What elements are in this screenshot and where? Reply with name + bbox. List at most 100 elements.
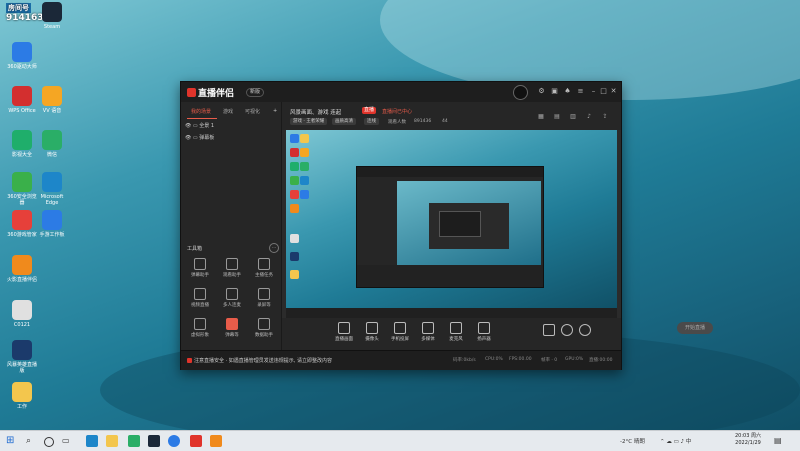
control-button[interactable]: 麦克风 — [442, 322, 470, 342]
desktop-icon[interactable]: 360游戏管家 — [5, 210, 39, 238]
version-badge[interactable]: 新版 — [246, 88, 265, 97]
tab-visual[interactable]: 可视化 — [245, 108, 260, 115]
desktop-icon[interactable]: 手游工作板 — [35, 210, 69, 238]
tool-icon — [258, 258, 270, 270]
close-icon[interactable]: ✕ — [609, 87, 618, 96]
record-icon[interactable] — [542, 324, 556, 338]
tool-item[interactable]: 视频直播 — [185, 288, 215, 308]
cortana-icon[interactable] — [44, 437, 54, 447]
tool-item[interactable]: 多人连麦 — [217, 288, 247, 308]
shirt-icon[interactable]: ♠ — [563, 87, 572, 96]
desktop-icon[interactable]: 微信 — [35, 130, 69, 158]
folder-icon[interactable]: ▣ — [550, 87, 559, 96]
desktop-icon-label: Steam — [43, 24, 61, 30]
room-title[interactable]: 风景画面、游戏 连起 — [290, 108, 341, 116]
preview-desktop-icon — [290, 148, 299, 157]
connect-pill[interactable]: 连线 — [364, 118, 379, 125]
tool-item[interactable]: 主播任务 — [249, 258, 279, 278]
share-icon[interactable]: ⇪ — [601, 113, 609, 121]
tool-item[interactable]: 弹幕等 — [217, 318, 247, 338]
desktop-icon[interactable]: 工作 — [5, 382, 39, 410]
game-icon[interactable] — [210, 435, 222, 447]
browser-icon[interactable] — [168, 435, 180, 447]
start-live-button[interactable]: 开始直播 — [677, 322, 713, 334]
desktop-icon-label: 影视大全 — [11, 152, 32, 158]
preview-desktop-icon — [290, 134, 299, 143]
desktop-icon[interactable]: 360驱动大师 — [5, 42, 39, 70]
avatar-icon[interactable] — [513, 85, 528, 100]
tray-icons[interactable]: ⌃ ☁ ▭ ♪ 中 — [660, 437, 691, 445]
desktop-icon[interactable]: 火影直播伴侣 — [5, 255, 39, 283]
more-tools-icon[interactable]: ··· — [269, 243, 279, 253]
desktop-icon[interactable]: C0121 — [5, 300, 39, 328]
desktop-icon[interactable]: VV 语音 — [35, 86, 69, 114]
preview-taskbar — [286, 308, 617, 318]
tool-item[interactable]: 数据助手 — [249, 318, 279, 338]
maximize-icon[interactable]: □ — [599, 87, 608, 96]
gpu-stat: GPU:0% — [565, 357, 584, 362]
control-button[interactable]: 多媒体 — [414, 322, 442, 342]
minimize-icon[interactable]: – — [589, 87, 598, 96]
app-shortcut-icon — [42, 2, 62, 22]
desktop-icon[interactable]: Steam — [35, 2, 69, 30]
scene-row[interactable]: 👁 ▭ 弹幕板 — [185, 134, 214, 141]
quality-pill[interactable]: 画质高清 — [332, 118, 356, 125]
preview-desktop-icon — [290, 252, 299, 261]
steam-icon[interactable] — [148, 435, 160, 447]
control-bar: 直播画面 摄像头 手机投屏 多媒体 麦克风 扬声器 开始直播 — [282, 318, 713, 350]
bell-icon[interactable]: ♪ — [585, 113, 593, 121]
control-button[interactable]: 直播画面 — [330, 322, 358, 342]
app-shortcut-icon — [12, 130, 32, 150]
tool-icon — [226, 258, 238, 270]
desktop-icon-label: 360驱动大师 — [7, 64, 37, 70]
live-preview[interactable] — [286, 130, 617, 318]
control-button[interactable]: 摄像头 — [358, 322, 386, 342]
settings-icon[interactable] — [578, 324, 592, 338]
desktop-icon-label: Microsoft Edge — [40, 194, 64, 206]
cpu-stat: CPU:0% — [485, 357, 503, 362]
viewer-label: 观看人数 — [388, 120, 406, 125]
desktop-icon[interactable]: 风暴英雄直播版 — [5, 340, 39, 374]
search-icon[interactable]: ⌕ — [26, 435, 38, 447]
gift-icon[interactable]: ▦ — [537, 113, 545, 121]
control-button[interactable]: 扬声器 — [470, 322, 498, 342]
tool-item[interactable]: 录屏等 — [249, 288, 279, 308]
preview-desktop-icon — [300, 176, 309, 185]
task-view-icon[interactable]: ▭ — [62, 435, 74, 447]
notification-icon[interactable]: ▤ — [774, 435, 786, 447]
control-button[interactable]: 手机投屏 — [386, 322, 414, 342]
desktop-icon[interactable]: 360安全浏览器 — [5, 172, 39, 206]
live-companion-icon[interactable] — [190, 435, 202, 447]
app-icon[interactable] — [128, 435, 140, 447]
edge-icon[interactable] — [86, 435, 98, 447]
windows-taskbar: ⊞ ⌕ ▭ -2°C 晴朗 ⌃ ☁ ▭ ♪ 中 20:03 周六 2022/1/… — [0, 430, 800, 451]
weather-text[interactable]: -2°C 晴朗 — [620, 437, 645, 445]
settings-icon[interactable]: ⚙ — [537, 87, 546, 96]
tab-games[interactable]: 游戏 — [223, 108, 233, 115]
desktop-icon[interactable]: 影视大全 — [5, 130, 39, 158]
tool-item[interactable]: 弹幕助手 — [185, 258, 215, 278]
scene-row[interactable]: 👁 ▭ 全景 1 — [185, 122, 214, 129]
menu-icon[interactable]: ≡ — [576, 87, 585, 96]
tab-scenes[interactable]: 我的场景 — [191, 108, 211, 115]
left-panel: 我的场景 游戏 可视化 + 👁 ▭ 全景 1 👁 ▭ 弹幕板 工具箱 ··· 弹… — [181, 102, 282, 350]
folder-icon[interactable] — [106, 435, 118, 447]
chart-icon[interactable]: ▥ — [569, 113, 577, 121]
app-shortcut-icon — [42, 86, 62, 106]
viewer-count: 891436 — [414, 119, 432, 124]
live-status-text: 直播间已中心 — [382, 109, 413, 115]
shop-icon[interactable]: ▤ — [553, 113, 561, 121]
preview-desktop-icon — [290, 176, 299, 185]
desktop-icon[interactable]: Microsoft Edge — [35, 172, 69, 206]
tool-item[interactable]: 观看助手 — [217, 258, 247, 278]
tools-title: 工具箱 — [187, 246, 203, 252]
eye-icon[interactable] — [560, 324, 574, 338]
windows-start-icon[interactable]: ⊞ — [6, 435, 18, 447]
desktop-icon[interactable]: WPS Office — [5, 86, 39, 114]
view-icon — [561, 324, 573, 336]
category-pill[interactable]: 游戏 · 王者荣耀 — [290, 118, 328, 125]
add-scene-icon[interactable]: + — [273, 108, 277, 114]
clock[interactable]: 20:03 周六 2022/1/29 — [728, 433, 768, 447]
tool-item[interactable]: 虚拟形象 — [185, 318, 215, 338]
app-logo-icon — [187, 88, 196, 97]
